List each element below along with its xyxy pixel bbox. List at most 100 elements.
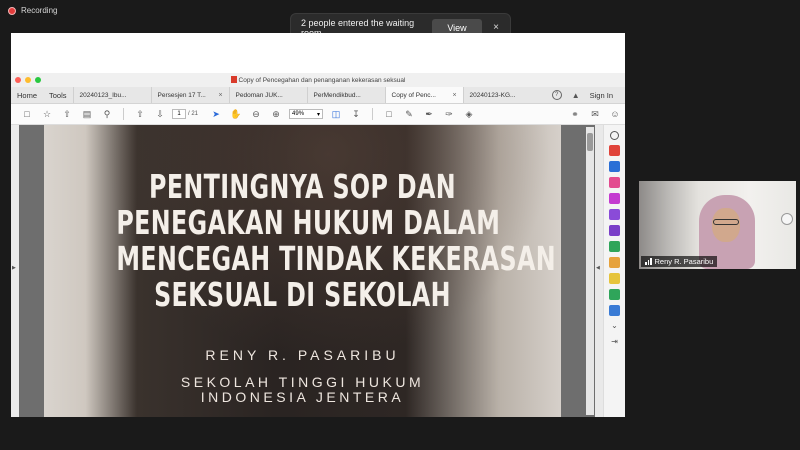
expand-arrow-icon: ▶: [12, 265, 16, 271]
organize-pages-icon[interactable]: [609, 193, 620, 204]
home-link[interactable]: Home: [11, 87, 43, 103]
scrollbar-thumb[interactable]: [587, 133, 593, 151]
tools-link[interactable]: Tools: [43, 87, 73, 103]
request-signature-icon[interactable]: [609, 225, 620, 236]
zoom-value: 49%: [292, 111, 305, 117]
document-viewer[interactable]: ▶ PENTINGNYA SOP DAN PENEGAKAN HUKUM DAL…: [11, 125, 603, 417]
create-pdf-icon[interactable]: [609, 145, 620, 156]
add-user-icon[interactable]: ☺: [605, 104, 625, 124]
left-panel-toggle[interactable]: ▶: [11, 125, 19, 417]
save-icon[interactable]: □: [17, 104, 37, 124]
pdf-file-icon: [230, 76, 237, 83]
tab-document-6[interactable]: 20240123-KG...: [462, 87, 541, 103]
search-icon[interactable]: ⚲: [97, 104, 117, 124]
toolbar-divider: [372, 108, 374, 120]
recording-indicator: Recording: [8, 6, 57, 15]
record-icon: [8, 6, 16, 15]
slide-institution: SEKOLAH TINGGI HUKUM INDONESIA JENTERA: [44, 375, 561, 405]
slide-title: PENTINGNYA SOP DAN PENEGAKAN HUKUM DALAM…: [116, 167, 556, 314]
scroll-mode-icon[interactable]: ↧: [346, 104, 366, 124]
meeting-stage: Recording 2 people entered the waiting r…: [0, 0, 800, 450]
participant-video[interactable]: Reny R. Pasaribu: [639, 181, 796, 269]
page-total: / 21: [188, 111, 199, 117]
hand-tool-icon[interactable]: ✋: [226, 104, 246, 124]
export-pdf-icon[interactable]: [609, 161, 620, 172]
comment-icon[interactable]: □: [379, 104, 399, 124]
tab-close-icon[interactable]: ×: [452, 92, 456, 99]
slide-title-line: PENEGAKAN HUKUM DALAM: [116, 203, 501, 242]
zoom-out-icon[interactable]: ⊖: [246, 104, 266, 124]
slide-title-line: PENTINGNYA SOP DAN: [149, 167, 456, 206]
tabs-right-controls: ? ▲ Sign In: [551, 87, 625, 103]
search-icon[interactable]: [610, 131, 619, 140]
participant-name: Reny R. Pasaribu: [654, 257, 714, 266]
right-panel-toggle[interactable]: ◀: [595, 125, 603, 417]
tab-label: Copy of Penc...: [391, 91, 436, 99]
help-icon[interactable]: ?: [551, 90, 562, 100]
sign-icon[interactable]: ✑: [439, 104, 459, 124]
scan-ocr-icon[interactable]: [609, 305, 620, 316]
slide-page: PENTINGNYA SOP DAN PENEGAKAN HUKUM DALAM…: [44, 125, 561, 417]
signal-strength-icon: [645, 258, 652, 265]
slide-title-line: MENCEGAH TINDAK KEKERASAN: [116, 239, 556, 278]
participant-glasses: [713, 219, 739, 225]
tab-document-3[interactable]: Pedoman JUK...: [228, 87, 307, 103]
notification-bell-icon[interactable]: ▲: [572, 91, 580, 100]
zoom-level-select[interactable]: 49% ▾: [289, 109, 324, 119]
edit-pdf-icon[interactable]: [609, 177, 620, 188]
chevron-down-icon[interactable]: ⌄: [609, 321, 620, 332]
fill-sign-icon[interactable]: [609, 209, 620, 220]
wall-clock: [781, 213, 793, 225]
print-production-icon[interactable]: [609, 289, 620, 300]
chevron-down-icon: ▾: [317, 111, 321, 118]
stamp-icon[interactable]: ◈: [459, 104, 479, 124]
highlight-icon[interactable]: ✒: [419, 104, 439, 124]
tab-close-icon[interactable]: ×: [218, 92, 222, 99]
window-title-text: Copy of Pencegahan dan penanganan kekera…: [238, 77, 406, 84]
tab-label: Pedoman JUK...: [235, 91, 283, 99]
slide-title-line: SEKSUAL DI SEKOLAH: [154, 275, 451, 314]
prev-page-icon[interactable]: ⇧: [130, 104, 150, 124]
institution-line: INDONESIA JENTERA: [200, 389, 405, 405]
shared-screen: Copy of Pencegahan dan penanganan kekera…: [11, 33, 625, 417]
slide-author: RENY R. PASARIBU: [205, 347, 400, 363]
select-cursor-icon[interactable]: ➤: [206, 104, 226, 124]
tab-document-1[interactable]: 20240123_Ibu...: [72, 87, 151, 103]
collapse-pane-icon[interactable]: ⇥: [609, 337, 620, 348]
tab-document-4[interactable]: PerMendikbud...: [306, 87, 385, 103]
window-titlebar: Copy of Pencegahan dan penanganan kekera…: [11, 73, 625, 87]
vertical-scrollbar[interactable]: [586, 127, 594, 415]
combine-files-icon[interactable]: [609, 241, 620, 252]
tab-label: PerMendikbud...: [313, 91, 361, 99]
tab-document-5[interactable]: Copy of Penc... ×: [384, 87, 463, 103]
share-link-icon[interactable]: ⚭: [565, 104, 585, 124]
recording-label: Recording: [21, 6, 58, 15]
tab-label: 20240123-KG...: [469, 91, 516, 99]
window-title: Copy of Pencegahan dan penanganan kekera…: [11, 76, 625, 84]
toolbar-right: ⚭ ✉ ☺: [565, 104, 625, 124]
protect-icon[interactable]: [609, 257, 620, 268]
collapse-arrow-icon: ◀: [596, 265, 600, 271]
tab-document-2[interactable]: Persesjen 17 T... ×: [150, 87, 229, 103]
comment-tool-icon[interactable]: [609, 273, 620, 284]
email-icon[interactable]: ✉: [585, 104, 605, 124]
close-icon[interactable]: ×: [490, 22, 502, 33]
print-icon[interactable]: ▤: [77, 104, 97, 124]
star-icon[interactable]: ☆: [37, 104, 57, 124]
page-number-input[interactable]: 1: [172, 109, 186, 119]
participant-face: [712, 208, 740, 242]
fit-page-icon[interactable]: ◫: [326, 104, 346, 124]
zoom-in-icon[interactable]: ⊕: [266, 104, 286, 124]
participant-name-tag: Reny R. Pasaribu: [641, 256, 718, 267]
document-tabs-bar: Home Tools 20240123_Ibu... Persesjen 17 …: [11, 87, 625, 104]
pen-icon[interactable]: ✎: [399, 104, 419, 124]
upload-cloud-icon[interactable]: ⇧: [57, 104, 77, 124]
pdf-toolbar: □ ☆ ⇧ ▤ ⚲ ⇧ ⇩ 1 / 21 ➤ ✋ ⊖ ⊕ 49% ▾ ◫ ↧ □ …: [11, 104, 625, 125]
next-page-icon[interactable]: ⇩: [150, 104, 170, 124]
tab-label: Persesjen 17 T...: [157, 91, 206, 99]
institution-line: SEKOLAH TINGGI HUKUM: [180, 374, 425, 390]
sign-in-button[interactable]: Sign In: [590, 91, 613, 100]
toolbar-divider: [123, 108, 124, 120]
tab-label: 20240123_Ibu...: [79, 91, 127, 99]
tools-pane: ⌄ ⇥: [603, 125, 625, 417]
